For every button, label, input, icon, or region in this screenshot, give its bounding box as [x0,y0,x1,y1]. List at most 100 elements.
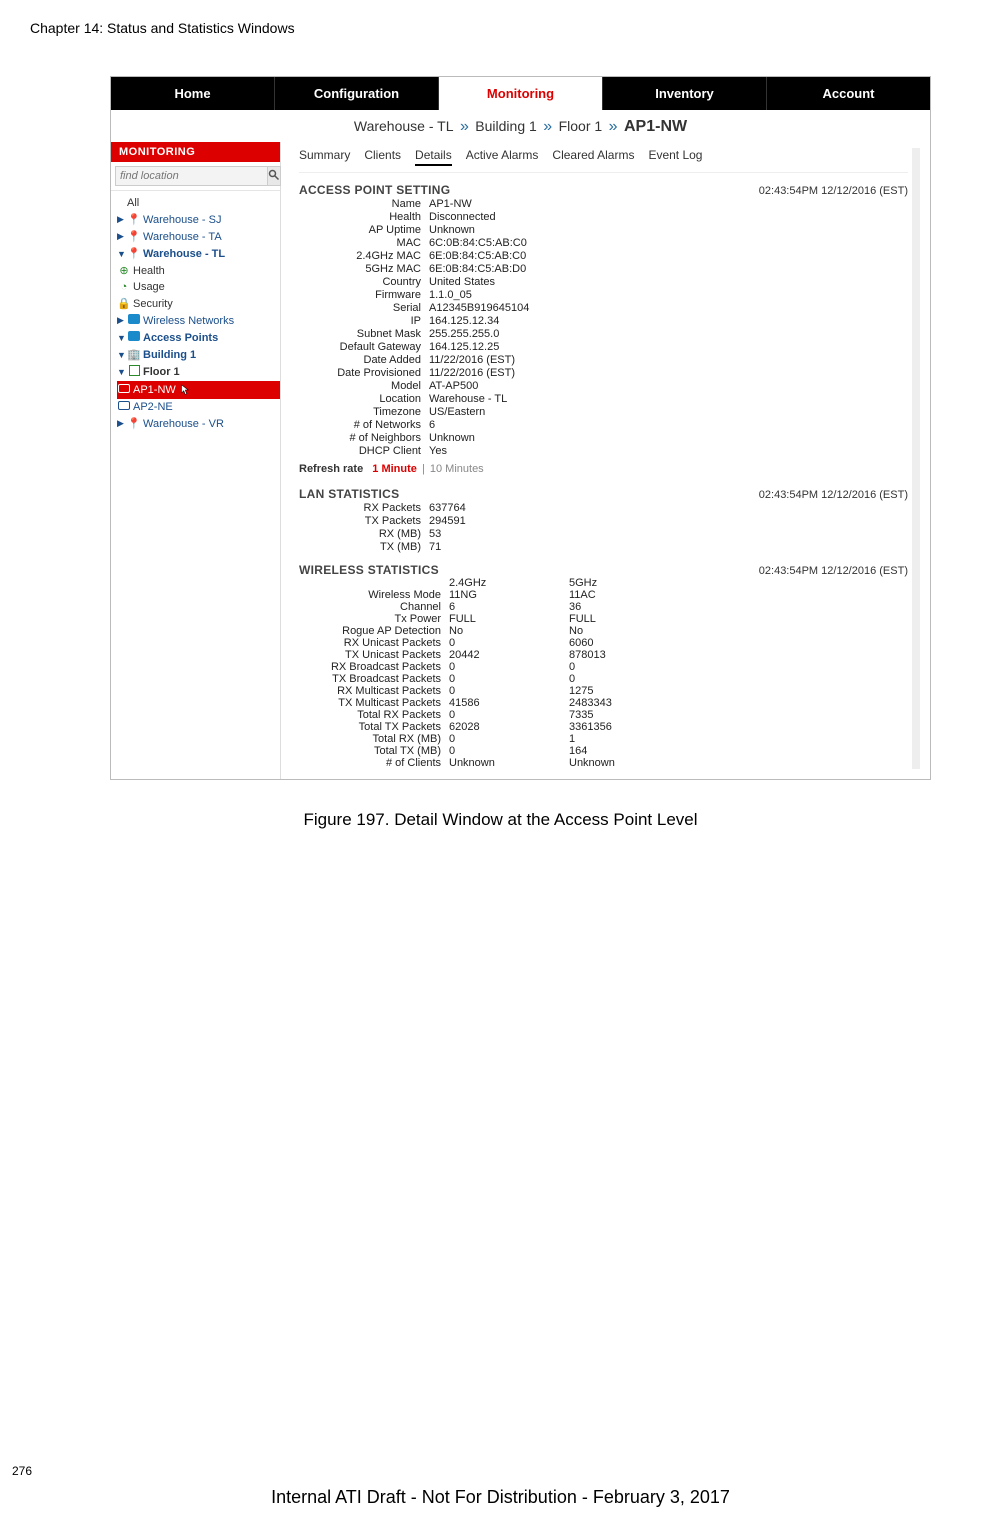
wireless-24ghz: 11NG [449,589,569,601]
tree-health[interactable]: ⊕Health [117,262,280,279]
wireless-5ghz: 36 [569,601,689,613]
pin-icon: 📍 [127,247,141,260]
wireless-5ghz: 0 [569,661,689,673]
kv-val: 164.125.12.25 [429,341,908,353]
kv-key: # of Neighbors [299,432,429,444]
usage-icon: ◔ [117,281,131,293]
wireless-24ghz: 0 [449,661,569,673]
kv-row: # of NeighborsUnknown [299,431,908,444]
wireless-5ghz: 1 [569,733,689,745]
tree-access-points[interactable]: ▼Access Points [117,329,280,346]
caret-down-icon: ▼ [117,333,125,343]
kv-key: DHCP Client [299,445,429,457]
tab-clients[interactable]: Clients [364,148,401,166]
kv-row: NameAP1-NW [299,197,908,210]
tree-wh-vr[interactable]: ▶📍Warehouse - VR [117,415,280,432]
kv-row: RX Packets637764 [299,501,908,514]
tab-summary[interactable]: Summary [299,148,350,166]
kv-row: LocationWarehouse - TL [299,392,908,405]
kv-key: Subnet Mask [299,328,429,340]
timestamp: 02:43:54PM 12/12/2016 (EST) [759,185,908,197]
kv-val: United States [429,276,908,288]
kv-key: Timezone [299,406,429,418]
wireless-5ghz: Unknown [569,757,689,769]
search-input[interactable] [115,166,268,186]
tree-wireless-networks[interactable]: ▶Wireless Networks [117,312,280,329]
tree-building-1[interactable]: ▼🏢Building 1 [117,346,280,363]
search-button[interactable] [268,166,281,186]
kv-val: Warehouse - TL [429,393,908,405]
main-nav: Home Configuration Monitoring Inventory … [111,77,930,110]
wireless-row: RX Unicast Packets06060 [299,637,908,649]
section-title: WIRELESS STATISTICS [299,563,439,577]
kv-key: TX Packets [299,515,429,527]
kv-val: Unknown [429,224,908,236]
nav-monitoring[interactable]: Monitoring [439,77,603,110]
chevron-right-icon: » [458,118,471,135]
wireless-row: TX Broadcast Packets00 [299,673,908,685]
breadcrumb-l1[interactable]: Warehouse - TL [354,118,454,134]
wireless-24ghz: 0 [449,709,569,721]
kv-row: HealthDisconnected [299,210,908,223]
tab-active-alarms[interactable]: Active Alarms [466,148,539,166]
tree-wh-ta[interactable]: ▶📍Warehouse - TA [117,228,280,245]
kv-key: RX (MB) [299,528,429,540]
kv-val: 255.255.255.0 [429,328,908,340]
tree-floor-1[interactable]: ▼Floor 1 [117,363,280,381]
wireless-label: Total RX (MB) [299,733,449,745]
caret-right-icon: ▶ [117,315,125,326]
wireless-24ghz: 0 [449,673,569,685]
kv-key: Health [299,211,429,223]
nav-home[interactable]: Home [111,77,275,110]
wireless-24ghz: 0 [449,733,569,745]
tree-wh-tl[interactable]: ▼📍Warehouse - TL [117,245,280,262]
tree-wh-sj[interactable]: ▶📍Warehouse - SJ [117,211,280,228]
tree-all[interactable]: All [117,195,280,211]
wireless-label: Total TX Packets [299,721,449,733]
tree-ap2-ne[interactable]: AP2-NE [117,399,280,415]
wireless-5ghz: No [569,625,689,637]
kv-val: 11/22/2016 (EST) [429,367,908,379]
kv-row: 5GHz MAC6E:0B:84:C5:AB:D0 [299,262,908,275]
kv-val: 6E:0B:84:C5:AB:D0 [429,263,908,275]
wireless-label: RX Multicast Packets [299,685,449,697]
tab-event-log[interactable]: Event Log [648,148,702,166]
kv-key: 5GHz MAC [299,263,429,275]
tab-cleared-alarms[interactable]: Cleared Alarms [552,148,634,166]
tree-ap1-nw[interactable]: AP1-NW [117,381,280,399]
section-title: LAN STATISTICS [299,487,399,501]
kv-key: Location [299,393,429,405]
breadcrumb-l2[interactable]: Building 1 [475,118,537,134]
location-tree: All ▶📍Warehouse - SJ ▶📍Warehouse - TA ▼📍… [111,191,280,432]
kv-row: ModelAT-AP500 [299,379,908,392]
nav-configuration[interactable]: Configuration [275,77,439,110]
wireless-row: Total RX (MB)01 [299,733,908,745]
sidebar-title: MONITORING [111,142,280,162]
wireless-24ghz: 6 [449,601,569,613]
wireless-24ghz: FULL [449,613,569,625]
section-lan-stats: LAN STATISTICS 02:43:54PM 12/12/2016 (ES… [299,477,908,501]
wireless-row: Total RX Packets07335 [299,709,908,721]
breadcrumb-l3[interactable]: Floor 1 [559,118,603,134]
kv-val: 6E:0B:84:C5:AB:C0 [429,250,908,262]
chevron-right-icon: » [607,118,620,135]
tab-details[interactable]: Details [415,148,452,166]
nav-account[interactable]: Account [767,77,930,110]
kv-row: TimezoneUS/Eastern [299,405,908,418]
pin-icon: 📍 [127,230,141,243]
timestamp: 02:43:54PM 12/12/2016 (EST) [759,489,908,501]
refresh-1min[interactable]: 1 Minute [372,463,417,475]
wireless-label: Channel [299,601,449,613]
monitor-icon [117,401,131,413]
wireless-label: RX Broadcast Packets [299,661,449,673]
tree-security[interactable]: 🔒Security [117,295,280,312]
wireless-5ghz: 7335 [569,709,689,721]
caret-down-icon: ▼ [117,350,125,360]
wireless-row: Total TX (MB)0164 [299,745,908,757]
nav-inventory[interactable]: Inventory [603,77,767,110]
tree-usage[interactable]: ◔Usage [117,279,280,295]
refresh-10min[interactable]: 10 Minutes [430,463,484,475]
wireless-24ghz: 0 [449,637,569,649]
caret-right-icon: ▶ [117,231,125,242]
wireless-label: Total TX (MB) [299,745,449,757]
